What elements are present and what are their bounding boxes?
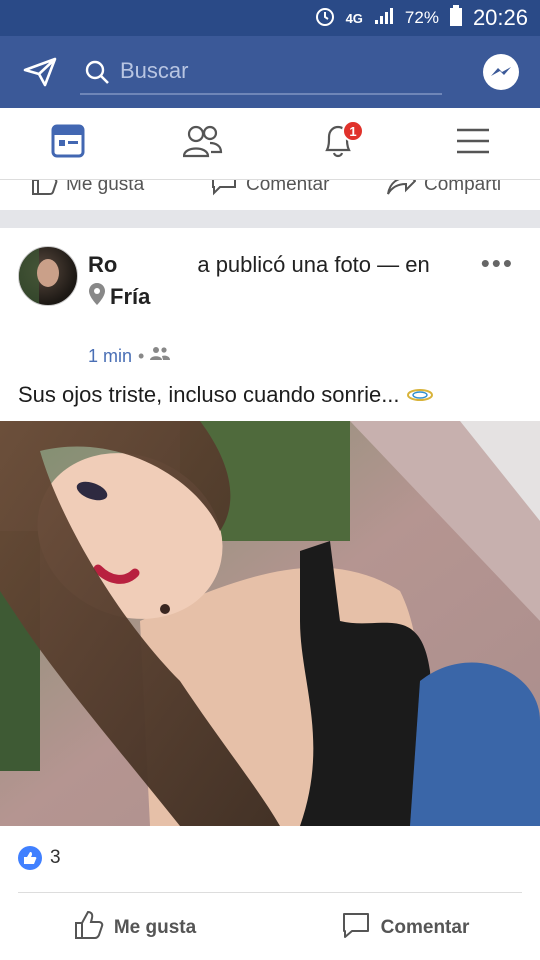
more-options-icon[interactable]: •••	[481, 248, 514, 279]
post-time[interactable]: 1 min	[88, 346, 132, 367]
audience-friends-icon[interactable]	[150, 346, 171, 367]
prev-like-label: Me gusta	[66, 180, 145, 195]
tab-friends[interactable]	[135, 108, 270, 179]
separator-dot: •	[138, 346, 145, 366]
location-pin-icon	[88, 282, 106, 312]
friends-icon	[182, 124, 223, 163]
prev-comment-label: Comentar	[246, 180, 330, 195]
app-bar	[0, 36, 540, 108]
search-input[interactable]	[80, 58, 442, 84]
post-meta: 1 min •	[88, 346, 171, 367]
comment-icon	[341, 910, 371, 946]
tab-menu[interactable]	[405, 108, 540, 179]
actions-divider	[18, 892, 522, 893]
author-name[interactable]: Ro	[88, 252, 117, 277]
notification-badge: 1	[342, 120, 364, 142]
share-icon	[386, 180, 417, 202]
battery-label: 72%	[404, 8, 439, 27]
feed-separator	[0, 210, 540, 228]
prev-share-button[interactable]: Comparti	[386, 180, 501, 202]
tab-news-feed[interactable]	[0, 108, 135, 179]
tab-bar: 1	[0, 108, 540, 180]
post-action-text: publicó una foto — en	[209, 252, 430, 277]
avatar[interactable]	[18, 246, 78, 306]
post-actions: Me gusta Comentar	[0, 900, 540, 956]
photo-image	[0, 421, 540, 826]
news-feed-icon	[51, 124, 85, 163]
post-photo[interactable]	[0, 421, 540, 826]
send-icon[interactable]	[0, 57, 80, 87]
location-name: Fría	[110, 284, 151, 309]
reaction-summary[interactable]: 3	[18, 846, 61, 870]
previous-post-actions: Me gusta Comentar Comparti	[0, 180, 540, 208]
prev-like-button[interactable]: Me gusta	[30, 180, 144, 202]
search-icon	[84, 59, 110, 90]
caption-text: Sus ojos triste, incluso cuando sonrie..…	[18, 382, 400, 407]
like-button[interactable]: Me gusta	[0, 900, 270, 956]
like-reaction-icon	[18, 846, 42, 870]
alarm-icon	[314, 5, 336, 32]
search-bar[interactable]	[80, 49, 442, 95]
prev-comment-button[interactable]: Comentar	[210, 180, 329, 202]
network-label: 4G	[345, 10, 363, 26]
prev-share-label: Comparti	[424, 180, 502, 195]
comment-button[interactable]: Comentar	[270, 900, 540, 956]
like-label: Me gusta	[113, 917, 197, 938]
battery-icon	[449, 4, 463, 32]
tab-notifications[interactable]: 1	[270, 108, 405, 179]
post-caption: Sus ojos triste, incluso cuando sonrie..…	[18, 382, 434, 408]
status-bar: 4G 72% 20:26	[0, 0, 540, 36]
ring-emoji-icon	[406, 382, 434, 407]
menu-icon	[456, 128, 490, 159]
clock: 20:26	[472, 5, 528, 30]
post-title: Ro a publicó una foto — en	[88, 252, 468, 278]
like-icon	[74, 910, 104, 946]
signal-icon	[373, 6, 395, 31]
like-icon	[30, 180, 58, 202]
author-name-end[interactable]: a	[197, 252, 209, 277]
comment-icon	[210, 180, 238, 202]
reaction-count: 3	[50, 847, 61, 868]
comment-label: Comentar	[380, 917, 470, 938]
post-location[interactable]: Fría	[88, 282, 150, 312]
messenger-icon[interactable]	[462, 53, 540, 91]
